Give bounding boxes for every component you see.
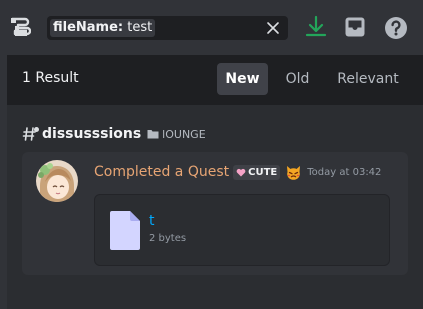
search-filter-key: fileName: <box>53 20 124 35</box>
close-icon[interactable] <box>266 21 280 35</box>
result-count: 1 Result <box>22 70 79 86</box>
category-name: lOUNGE <box>162 127 206 141</box>
angry-cat-icon <box>287 165 301 180</box>
channel-name[interactable]: dissusssions <box>42 126 141 142</box>
search-results-panel: 1 Result New Old Relevant dissusssions l… <box>7 55 423 309</box>
forum-channel-icon <box>22 127 39 141</box>
channel-header[interactable]: dissusssions lOUNGE <box>22 123 206 145</box>
file-attachment[interactable]: t 2 bytes <box>94 194 390 266</box>
attachment-size: 2 bytes <box>149 233 187 244</box>
guild-tag-badge[interactable]: CUTE <box>233 164 281 180</box>
search-result-message[interactable]: Completed a Quest CUTE Today at 03:42 t … <box>22 152 408 275</box>
results-header: 1 Result New Old Relevant <box>7 55 423 105</box>
heart-icon <box>236 168 246 176</box>
avatar[interactable] <box>36 160 78 202</box>
top-bar: fileName: test <box>0 0 423 55</box>
help-icon[interactable] <box>384 16 408 40</box>
message-author[interactable]: Completed a Quest <box>94 164 229 180</box>
search-filter-chip[interactable]: fileName: test <box>50 19 156 37</box>
inbox-icon[interactable] <box>344 16 366 38</box>
tab-old[interactable]: Old <box>275 63 320 95</box>
folder-icon <box>147 130 159 139</box>
file-icon <box>110 211 140 250</box>
tab-new[interactable]: New <box>217 63 268 95</box>
search-bar[interactable]: fileName: test <box>47 16 288 40</box>
search-filter-value: test <box>127 20 153 35</box>
attachment-filename-link[interactable]: t <box>149 213 155 229</box>
tab-relevant[interactable]: Relevant <box>333 63 403 95</box>
message-header: Completed a Quest CUTE Today at 03:42 <box>94 162 381 182</box>
download-icon[interactable] <box>304 15 328 39</box>
message-timestamp: Today at 03:42 <box>307 166 382 178</box>
threads-icon[interactable] <box>9 16 31 38</box>
guild-tag-label: CUTE <box>248 166 278 178</box>
